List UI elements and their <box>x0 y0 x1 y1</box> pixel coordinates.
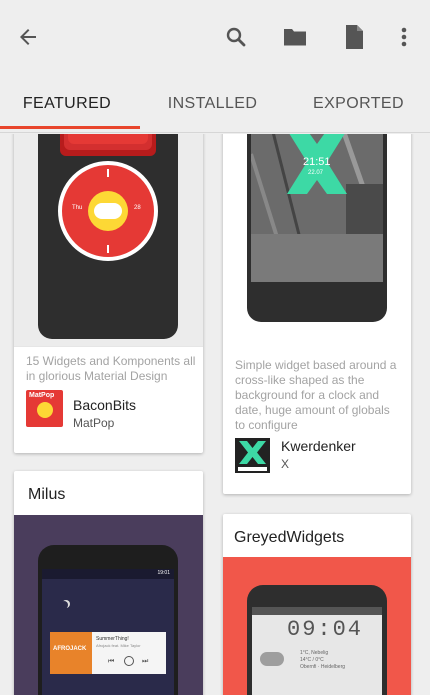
card-description: 15 Widgets and Komponents all in gloriou… <box>26 354 196 383</box>
status-time: 19:01 <box>157 570 170 576</box>
card-preview: 09:04 1°C, Nebelig 14°C / 0°C Obernfi · … <box>223 557 411 695</box>
album-art: AFROJACK <box>50 632 92 674</box>
phone-mockup: 21:51 22.07 <box>247 134 387 322</box>
card-preview: 21:51 22.07 <box>223 134 411 346</box>
card-preview: 19:01 AFROJACK SummerThing! Afrojack fea… <box>14 515 203 695</box>
widget-clock: 09:04 <box>287 617 364 642</box>
phone-mockup: 09:04 1°C, Nebelig 14°C / 0°C Obernfi · … <box>247 585 387 695</box>
card-preview: Thu 28 <box>14 134 203 346</box>
widget-card-milus[interactable]: Milus 19:01 AFROJACK SummerThing! Afroja… <box>14 471 203 695</box>
tab-bar: FEATURED INSTALLED EXPORTED <box>0 75 430 133</box>
kwerdenker-app-icon <box>235 438 270 473</box>
music-widget: AFROJACK SummerThing! Afrojack feat. Mik… <box>50 632 166 674</box>
more-vert-icon[interactable] <box>389 22 419 52</box>
tab-exported[interactable]: EXPORTED <box>291 75 426 133</box>
widget-card-baconbits[interactable]: Thu 28 15 Widgets and Komponents all in … <box>14 134 203 453</box>
weather-temp: 1°C, Nebelig <box>300 650 329 656</box>
weather-location: Obernfi · Heidelberg <box>300 664 346 670</box>
song-title: SummerThing! <box>96 636 129 642</box>
cloud-icon <box>260 652 284 666</box>
tab-installed[interactable]: INSTALLED <box>145 75 280 133</box>
widget-date: 22.07 <box>308 170 324 176</box>
card-title: GreyedWidgets <box>234 529 345 546</box>
widget-card-kwerdenker[interactable]: 21:51 22.07 Simple widget based around a… <box>223 134 411 494</box>
app-name: Kwerdenker <box>281 438 356 454</box>
file-icon[interactable] <box>339 22 369 52</box>
widget-card-greyedwidgets[interactable]: GreyedWidgets 09:04 1°C, Nebelig 14°C / … <box>223 514 411 695</box>
phone-mockup: 19:01 AFROJACK SummerThing! Afrojack fea… <box>38 545 178 695</box>
app-author: MatPop <box>73 416 115 430</box>
moon-icon <box>60 601 68 609</box>
back-icon[interactable] <box>13 22 43 52</box>
tab-indicator <box>0 126 140 129</box>
play-icon <box>124 656 134 666</box>
app-toolbar <box>0 0 430 75</box>
app-icon-label: MatPop <box>29 392 55 399</box>
app-author: X <box>281 457 290 471</box>
card-title: Milus <box>28 486 66 503</box>
matpop-app-icon: MatPop <box>26 390 63 427</box>
widget-time: 21:51 <box>303 156 331 168</box>
widget-grid[interactable]: Thu 28 15 Widgets and Komponents all in … <box>0 134 430 695</box>
folder-icon[interactable] <box>280 22 310 52</box>
next-icon: ⏭ <box>142 658 149 665</box>
card-divider <box>14 346 203 347</box>
card-description: Simple widget based around a cross-like … <box>235 358 397 432</box>
clock-date-label: 28 <box>134 205 141 211</box>
song-artist: Afrojack feat. Mike Taylor <box>96 643 141 648</box>
weather-detail: 14°C / 0°C <box>300 657 324 663</box>
clock-day-label: Thu <box>72 205 83 211</box>
tab-featured[interactable]: FEATURED <box>0 75 134 133</box>
search-icon[interactable] <box>221 22 251 52</box>
prev-icon: ⏮ <box>108 658 115 665</box>
album-label: AFROJACK <box>53 646 87 652</box>
phone-mockup: Thu 28 <box>38 134 178 339</box>
app-name: BaconBits <box>73 397 137 413</box>
